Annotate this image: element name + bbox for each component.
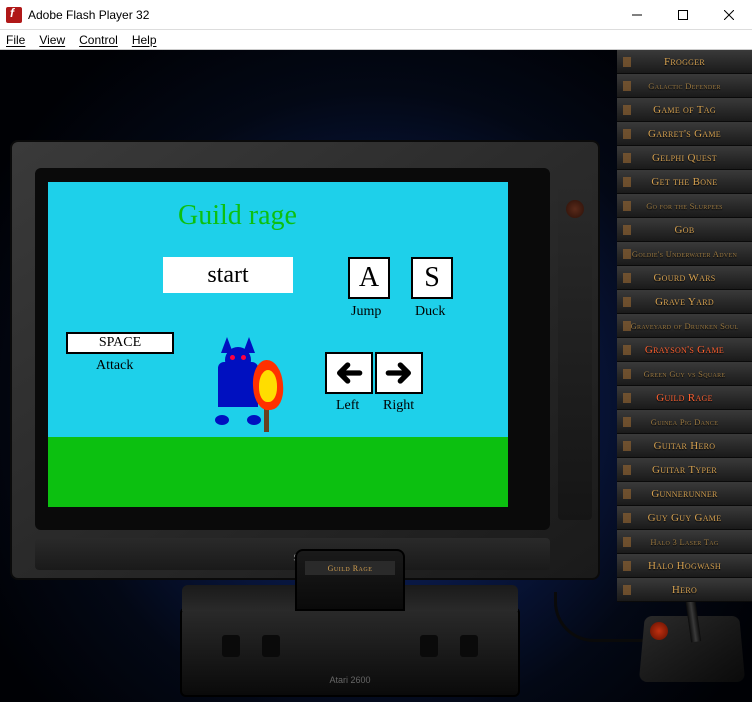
key-space-box: SPACE xyxy=(66,332,174,354)
cartridge-item[interactable]: Guitar Typer xyxy=(617,458,752,482)
attack-label: Attack xyxy=(96,358,133,374)
crt-television: SONY Guild rage start A Jump S Duck SPAC… xyxy=(10,140,600,580)
cartridge-item[interactable]: Gob xyxy=(617,218,752,242)
tv-side-panel xyxy=(558,180,592,520)
arrow-left-box xyxy=(325,352,373,394)
atari-console: Guild Rage Atari 2600 xyxy=(180,607,520,697)
cartridge-item[interactable]: Green Guy vs Square xyxy=(617,362,752,386)
console-switch-icon[interactable] xyxy=(262,635,280,657)
flash-stage: SONY Guild rage start A Jump S Duck SPAC… xyxy=(0,50,752,702)
arrow-left-icon xyxy=(333,357,365,389)
cartridge-list[interactable]: FroggerGalactic DefenderGame of TagGarre… xyxy=(617,50,752,702)
cartridge-item[interactable]: Halo Hogwash xyxy=(617,554,752,578)
arrow-right-icon xyxy=(383,357,415,389)
cartridge-item[interactable]: Gunnerunner xyxy=(617,482,752,506)
console-brand-label: Atari 2600 xyxy=(329,675,370,685)
cartridge-item[interactable]: Guinea Pig Dance xyxy=(617,410,752,434)
character-foot-icon xyxy=(247,415,261,425)
cartridge-item[interactable]: Get the Bone xyxy=(617,170,752,194)
console-switch-icon[interactable] xyxy=(460,635,478,657)
cartridge-item[interactable]: Guild Rage xyxy=(617,386,752,410)
menu-file[interactable]: File xyxy=(6,33,25,47)
left-label: Left xyxy=(336,398,359,414)
arrow-right-box xyxy=(375,352,423,394)
menubar: File View Control Help xyxy=(0,30,752,50)
flame-icon xyxy=(253,360,283,410)
menu-help[interactable]: Help xyxy=(132,33,157,47)
cartridge-item[interactable]: Garret's Game xyxy=(617,122,752,146)
tv-knob-icon xyxy=(566,200,584,218)
character-eye-icon xyxy=(241,355,246,360)
key-s-box: S xyxy=(411,257,453,299)
cartridge-item[interactable]: Goldie's Underwater Adven xyxy=(617,242,752,266)
cartridge-item[interactable]: Galactic Defender xyxy=(617,74,752,98)
cartridge-item[interactable]: Hero xyxy=(617,578,752,602)
cartridge-item[interactable]: Grave Yard xyxy=(617,290,752,314)
cartridge-item[interactable]: Grayson's Game xyxy=(617,338,752,362)
cartridge-item[interactable]: Game of Tag xyxy=(617,98,752,122)
cartridge-item[interactable]: Guitar Hero xyxy=(617,434,752,458)
jump-label: Jump xyxy=(351,304,381,320)
right-label: Right xyxy=(383,398,414,414)
character-eye-icon xyxy=(230,355,235,360)
minimize-button[interactable] xyxy=(614,0,660,29)
game-title: Guild rage xyxy=(178,200,297,232)
cartridge-item[interactable]: Graveyard of Drunken Soul xyxy=(617,314,752,338)
window-titlebar: Adobe Flash Player 32 xyxy=(0,0,752,30)
duck-label: Duck xyxy=(415,304,445,320)
start-button[interactable]: start xyxy=(163,257,293,293)
menu-control[interactable]: Control xyxy=(79,33,118,47)
tv-screen: Guild rage start A Jump S Duck SPACE Att… xyxy=(48,182,508,507)
window-title: Adobe Flash Player 32 xyxy=(28,8,614,22)
game-ground xyxy=(48,437,508,507)
cartridge-item[interactable]: Halo 3 Laser Tag xyxy=(617,530,752,554)
character-foot-icon xyxy=(215,415,229,425)
cartridge-item[interactable]: Gelphi Quest xyxy=(617,146,752,170)
maximize-button[interactable] xyxy=(660,0,706,29)
console-switch-icon[interactable] xyxy=(222,635,240,657)
key-a-box: A xyxy=(348,257,390,299)
console-switch-icon[interactable] xyxy=(420,635,438,657)
cartridge-item[interactable]: Gourd Wars xyxy=(617,266,752,290)
cartridge-label-text: Guild Rage xyxy=(328,564,373,573)
cartridge-slot xyxy=(295,549,405,611)
close-button[interactable] xyxy=(706,0,752,29)
cartridge-item[interactable]: Guy Guy Game xyxy=(617,506,752,530)
cartridge-item[interactable]: Go for the Slurpees xyxy=(617,194,752,218)
inserted-cartridge-label: Guild Rage xyxy=(305,561,395,575)
cartridge-item[interactable]: Frogger xyxy=(617,50,752,74)
flash-icon xyxy=(6,7,22,23)
menu-view[interactable]: View xyxy=(39,33,65,47)
window-controls xyxy=(614,0,752,29)
